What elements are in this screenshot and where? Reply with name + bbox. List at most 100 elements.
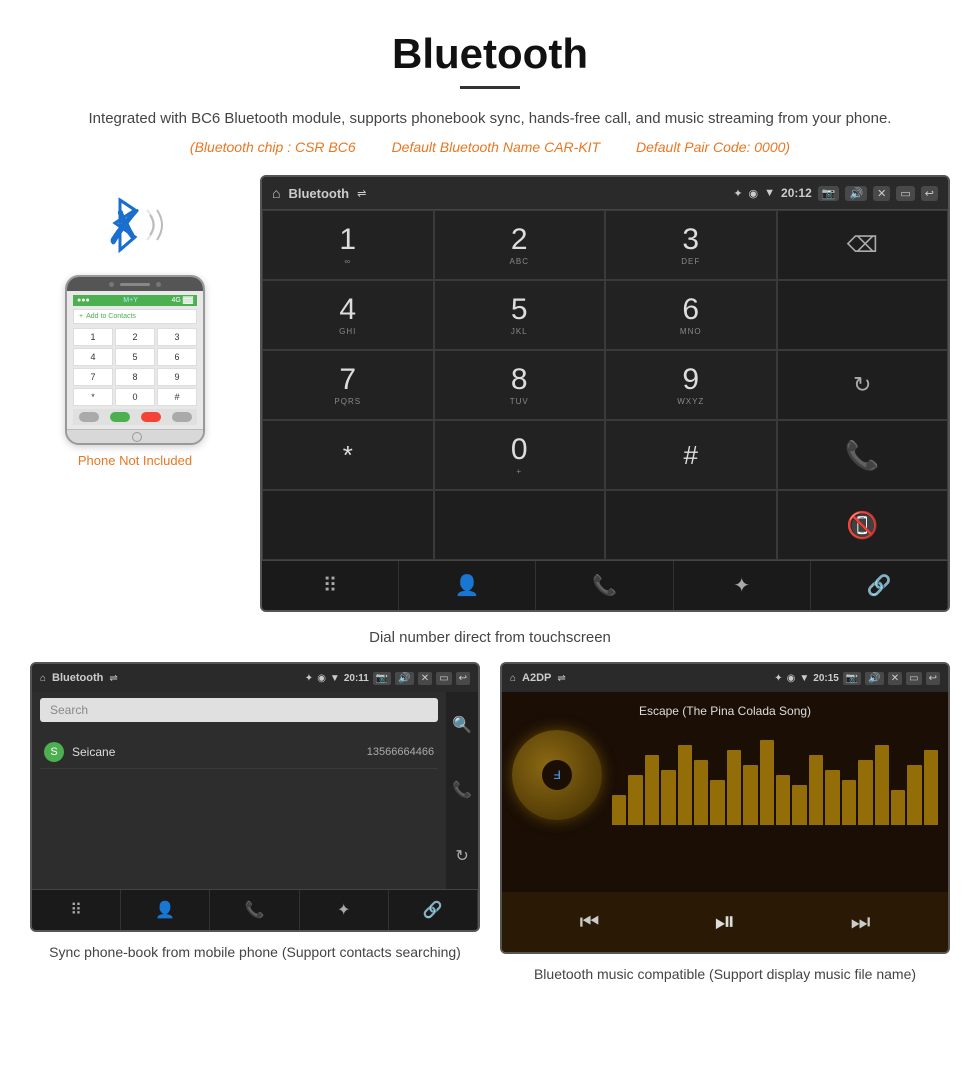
back-icon-btn: ↩	[921, 186, 938, 201]
dial-key-1[interactable]: 1 ∞	[262, 210, 434, 280]
dial-key-2[interactable]: 2 ABC	[434, 210, 606, 280]
music-content-area: Escape (The Pina Colada Song) ⅎ	[502, 692, 948, 892]
spec-name: Default Bluetooth Name CAR-KIT	[392, 139, 601, 155]
album-art: ⅎ	[512, 730, 602, 820]
contact-row-seicane: S Seicane 13566664466	[40, 736, 438, 769]
pb-nav-link[interactable]: 🔗	[389, 890, 478, 930]
phonebook-status-bar: ⌂ Bluetooth ⇌ ✦ ◉ ▼ 20:11 📷 🔊 ✕ ▭ ↩	[32, 664, 478, 692]
dial-letters-0: +	[516, 467, 522, 476]
dial-key-star[interactable]: *	[262, 420, 434, 490]
dialpad-grid: 1 ∞ 2 ABC 3 DEF ⌫ 4 GHI	[262, 209, 948, 560]
dial-letters-7: PQRS	[334, 397, 361, 406]
dial-number-9: 9	[682, 365, 699, 395]
home-circle	[132, 432, 142, 442]
phone-key-0: 0	[115, 388, 155, 406]
pb-wifi-icon: ▼	[330, 673, 340, 684]
dial-letters-4: GHI	[339, 327, 356, 336]
phone-btn-end	[141, 412, 161, 422]
pb-usb-icon: ⇌	[109, 673, 117, 684]
pb-bt-icon: ✦	[305, 673, 313, 684]
eq-bar	[661, 770, 675, 825]
next-track-icon[interactable]: ⏭	[851, 909, 871, 935]
phone-btn-left	[79, 412, 99, 422]
dial-hash: #	[684, 440, 698, 471]
dial-key-3[interactable]: 3 DEF	[605, 210, 777, 280]
wifi-icon: ▼	[764, 187, 775, 199]
dial-letters-5: JKL	[511, 327, 528, 336]
status-right: ✦ ◉ ▼ 20:12 📷 🔊 ✕ ▭ ↩	[733, 186, 938, 201]
phone-key-3: 3	[157, 328, 197, 346]
phone-key-6: 6	[157, 348, 197, 366]
spec-code: Default Pair Code: 0000)	[636, 139, 790, 155]
eq-bar	[891, 790, 905, 825]
bluetooth-icon-wrap: ✗	[95, 195, 175, 265]
search-area: Search	[32, 692, 446, 736]
signal-arcs	[145, 205, 175, 245]
dial-key-0[interactable]: 0 +	[434, 420, 606, 490]
eq-bar	[710, 780, 724, 825]
pb-status-right: ✦ ◉ ▼ 20:11 📷 🔊 ✕ ▭ ↩	[305, 672, 470, 685]
phone-home-button	[67, 429, 205, 443]
mus-status-left: ⌂ A2DP ⇌	[510, 672, 566, 684]
pb-back-icon: ↩	[456, 672, 470, 685]
pb-nav-phone[interactable]: 📞	[210, 890, 299, 930]
eq-bar	[645, 755, 659, 825]
dial-key-8[interactable]: 8 TUV	[434, 350, 606, 420]
phonebook-caption: Sync phone-book from mobile phone (Suppo…	[49, 942, 461, 963]
header-description: Integrated with BC6 Bluetooth module, su…	[60, 107, 920, 131]
nav-phone[interactable]: 📞	[536, 561, 673, 610]
play-pause-icon[interactable]: ⏯	[715, 906, 736, 938]
dial-key-4[interactable]: 4 GHI	[262, 280, 434, 350]
dial-letters-3: DEF	[681, 257, 700, 266]
end-call-icon[interactable]: 📵	[846, 510, 878, 541]
phone-not-included-label: Phone Not Included	[78, 453, 192, 468]
eq-bar	[776, 775, 790, 825]
phone-key-2: 2	[115, 328, 155, 346]
close-icon-btn: ✕	[873, 186, 890, 201]
phone-speaker	[120, 283, 150, 286]
backspace-icon[interactable]: ⌫	[847, 232, 878, 258]
pb-nav-dialpad[interactable]: ⠿	[32, 890, 121, 930]
refresh-side-icon[interactable]: ↻	[455, 846, 468, 866]
volume-icon-btn: 🔊	[845, 186, 867, 201]
dialpad-caption: Dial number direct from touchscreen	[0, 617, 980, 662]
call-green-icon[interactable]: 📞	[845, 439, 880, 472]
eq-bar	[612, 795, 626, 825]
android-status-bar: ⌂ Bluetooth ⇌ ✦ ◉ ▼ 20:12 📷 🔊 ✕ ▭ ↩	[262, 177, 948, 209]
refresh-icon[interactable]: ↻	[853, 372, 871, 398]
dial-key-6[interactable]: 6 MNO	[605, 280, 777, 350]
nav-dialpad[interactable]: ⠿	[262, 561, 399, 610]
pb-nav-contacts[interactable]: 👤	[121, 890, 210, 930]
phone-key-8: 8	[115, 368, 155, 386]
phone-key-1: 1	[73, 328, 113, 346]
dial-key-7[interactable]: 7 PQRS	[262, 350, 434, 420]
call-side-icon[interactable]: 📞	[452, 780, 472, 800]
phone-key-7: 7	[73, 368, 113, 386]
phone-add-contact: + Add to Contacts	[73, 309, 197, 324]
nav-bluetooth[interactable]: ✦	[674, 561, 811, 610]
nav-link[interactable]: 🔗	[811, 561, 948, 610]
music-main-area: ⅎ	[502, 730, 948, 830]
music-screen: ⌂ A2DP ⇌ ✦ ◉ ▼ 20:15 📷 🔊 ✕ ▭ ↩ E	[500, 662, 950, 954]
nav-contacts[interactable]: 👤	[399, 561, 536, 610]
dial-star: *	[343, 440, 353, 471]
header-specs: (Bluetooth chip : CSR BC6 Default Blueto…	[60, 139, 920, 155]
dial-key-5[interactable]: 5 JKL	[434, 280, 606, 350]
eq-bar	[727, 750, 741, 825]
bluetooth-svg-icon	[100, 195, 150, 255]
search-side-icon[interactable]: 🔍	[452, 715, 472, 735]
eq-bar	[743, 765, 757, 825]
music-song-title: Escape (The Pina Colada Song)	[639, 704, 811, 718]
dial-cell-end-call: 📵	[777, 490, 949, 560]
dial-key-hash[interactable]: #	[605, 420, 777, 490]
location-icon: ◉	[749, 187, 759, 200]
search-bar[interactable]: Search	[40, 698, 438, 722]
dial-key-9[interactable]: 9 WXYZ	[605, 350, 777, 420]
prev-track-icon[interactable]: ⏮	[580, 909, 600, 935]
phone-mockup: ●●●M+Y4G ▓▓ + Add to Contacts 1 2 3 4 5 …	[65, 275, 205, 445]
music-screenshot-block: ⌂ A2DP ⇌ ✦ ◉ ▼ 20:15 📷 🔊 ✕ ▭ ↩ E	[500, 662, 950, 985]
mus-status-right: ✦ ◉ ▼ 20:15 📷 🔊 ✕ ▭ ↩	[774, 672, 940, 685]
pb-nav-bluetooth[interactable]: ✦	[300, 890, 389, 930]
phone-key-star: *	[73, 388, 113, 406]
eq-bar	[825, 770, 839, 825]
